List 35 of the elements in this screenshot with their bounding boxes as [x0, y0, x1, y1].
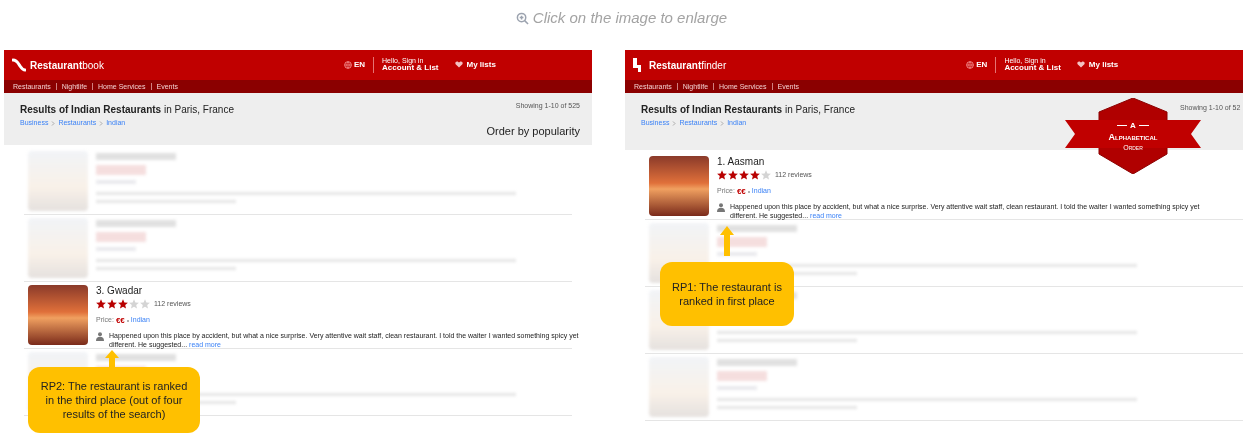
arrow-icon: [105, 350, 119, 368]
globe-icon: [966, 61, 975, 69]
heart-icon: [454, 61, 463, 69]
site-logo[interactable]: Restaurantfinder: [649, 57, 727, 73]
language-selector[interactable]: EN: [353, 59, 366, 71]
arrow-icon: [720, 226, 734, 256]
logo-icon: [12, 58, 26, 72]
my-lists-link[interactable]: My lists: [1088, 59, 1119, 71]
user-icon: [96, 331, 104, 341]
site-logo[interactable]: Restaurantbook: [30, 57, 104, 73]
restaurant-name[interactable]: 3. Gwadar: [96, 286, 579, 296]
user-icon: [717, 202, 725, 212]
restaurant-name[interactable]: 1. Aasman: [717, 157, 1200, 167]
sort-order-label[interactable]: Order by popularity: [486, 123, 580, 140]
chevron-icon: [51, 120, 56, 126]
chevron-icon: [99, 120, 104, 126]
my-lists-link[interactable]: My lists: [466, 59, 496, 71]
heart-icon: [1076, 61, 1085, 69]
results-title: Results of Indian Restaurants in Paris, France: [20, 103, 234, 117]
price-level: €€: [736, 185, 746, 198]
callout-note: RP2: The restaurant is ranked in the third place (out of four results of the search): [28, 367, 200, 433]
chevron-icon: [672, 120, 677, 126]
chevron-icon: [720, 120, 725, 126]
badge-letter: A: [1130, 121, 1136, 130]
price-level: €€: [115, 314, 125, 327]
account-menu[interactable]: Account & List: [382, 64, 439, 74]
zoom-in-icon: [515, 11, 529, 25]
account-menu[interactable]: Account & List: [1004, 64, 1061, 74]
results-title: Results of Indian Restaurants in Paris, France: [641, 103, 855, 117]
badge-title: Alphabetical: [1108, 132, 1158, 142]
photo-placeholder: [649, 156, 709, 216]
photo-placeholder: [28, 285, 88, 345]
globe-icon: [343, 61, 352, 69]
callout-note: RP1: The restaurant is ranked in first place: [660, 262, 794, 326]
language-selector[interactable]: EN: [976, 59, 988, 71]
